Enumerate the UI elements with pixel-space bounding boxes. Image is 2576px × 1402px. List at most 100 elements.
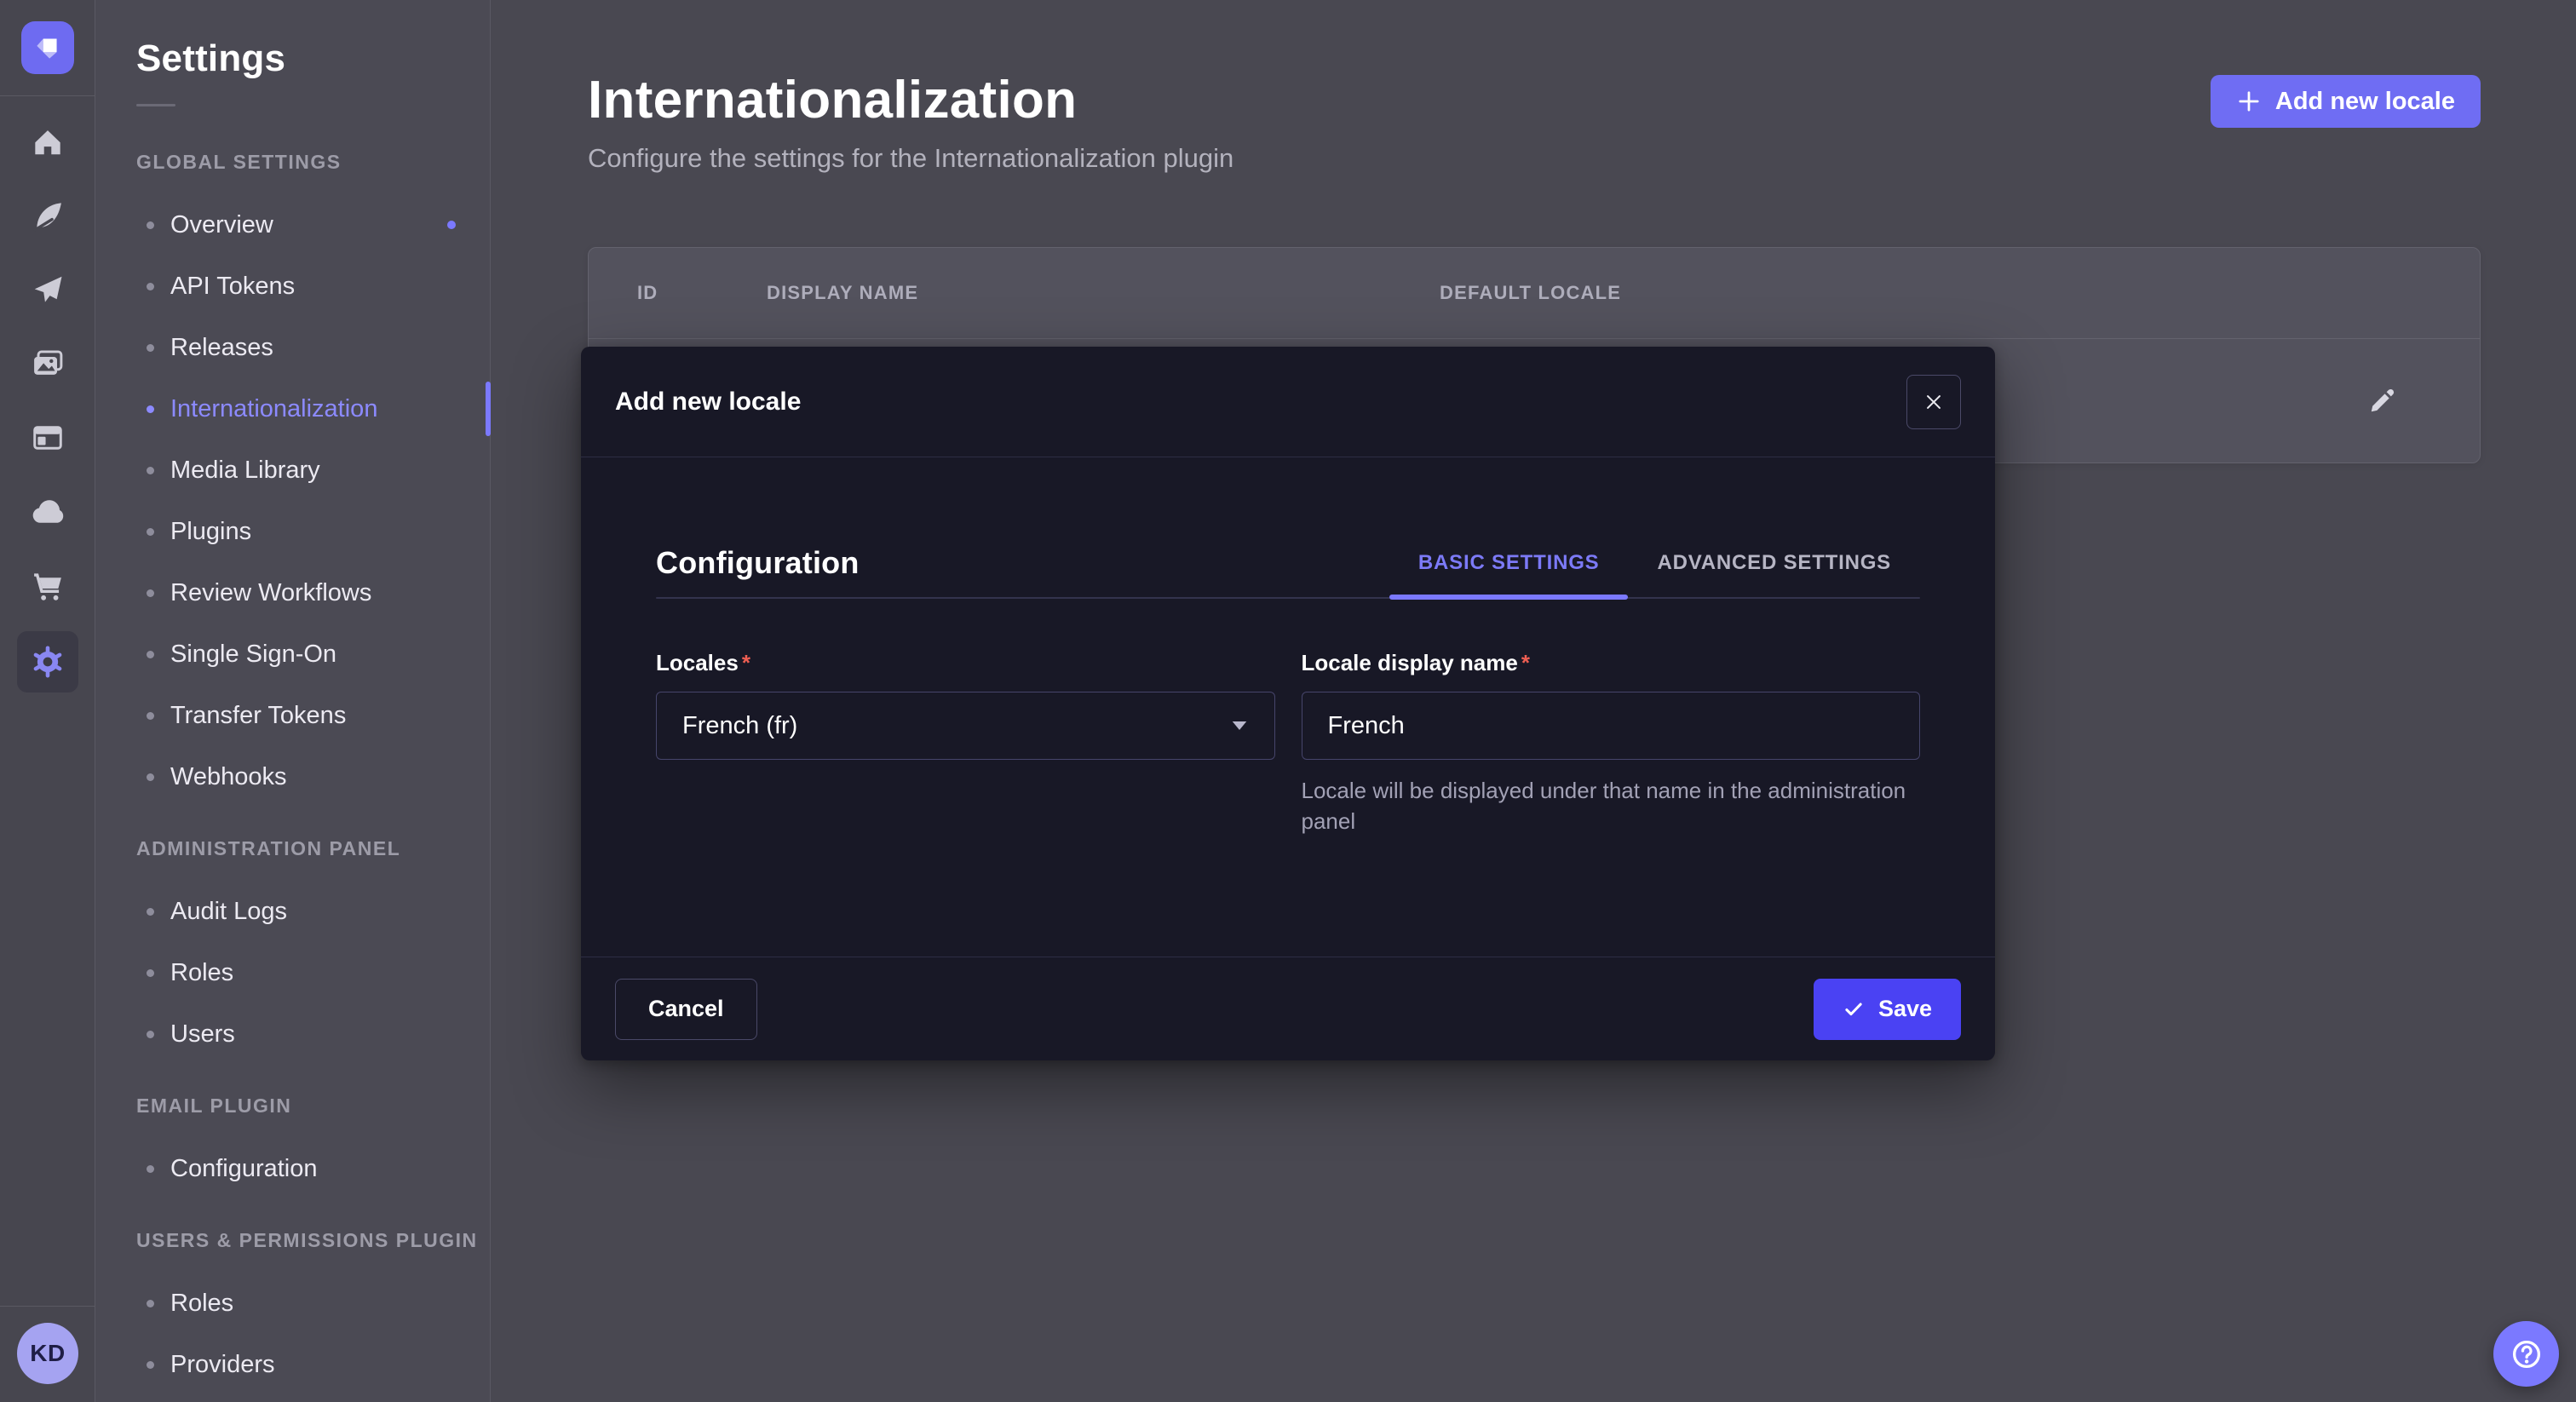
cancel-button[interactable]: Cancel <box>615 979 757 1040</box>
locales-select[interactable]: French (fr) <box>656 692 1275 760</box>
nav-section-label: EMAIL PLUGIN <box>95 1073 490 1138</box>
home-icon[interactable] <box>24 118 72 165</box>
sidebar-item-label: Transfer Tokens <box>170 702 346 730</box>
media-library-icon[interactable] <box>24 340 72 388</box>
sidebar-item-review-workflows[interactable]: Review Workflows <box>95 562 490 623</box>
avatar[interactable]: KD <box>17 1323 78 1384</box>
display-name-value: French <box>1328 712 1405 740</box>
rail-icons <box>0 118 95 692</box>
sidebar-title: Settings <box>95 0 490 80</box>
display-name-hint: Locale will be displayed under that name… <box>1302 775 1921 836</box>
notification-dot <box>447 221 456 229</box>
sidebar-item-releases[interactable]: Releases <box>95 317 490 378</box>
column-display-name: DISPLAY NAME <box>767 282 918 304</box>
locale-display-name-input[interactable]: French <box>1302 692 1921 760</box>
sidebar-item-label: Releases <box>170 334 273 362</box>
sidebar-item-roles[interactable]: Roles <box>95 942 490 1003</box>
bullet-icon <box>147 1361 154 1369</box>
bullet-icon <box>147 221 154 229</box>
settings-icon[interactable] <box>17 631 78 692</box>
sidebar-item-single-sign-on[interactable]: Single Sign-On <box>95 623 490 685</box>
sidebar-item-providers[interactable]: Providers <box>95 1334 490 1395</box>
sidebar-item-internationalization[interactable]: Internationalization <box>95 378 490 440</box>
bullet-icon <box>147 467 154 474</box>
nav-section-label: GLOBAL SETTINGS <box>95 129 490 194</box>
bullet-icon <box>147 1300 154 1307</box>
page-title: Internationalization <box>588 70 1077 130</box>
modal-title: Add new locale <box>615 388 801 417</box>
deploy-icon[interactable] <box>24 488 72 536</box>
plus-icon <box>2236 89 2262 114</box>
releases-icon[interactable] <box>24 266 72 313</box>
sidebar-item-label: Configuration <box>170 1155 318 1183</box>
settings-tabs: BASIC SETTINGS ADVANCED SETTINGS <box>1389 536 1920 590</box>
sidebar-item-label: Plugins <box>170 518 251 546</box>
sidebar-item-api-tokens[interactable]: API Tokens <box>95 256 490 317</box>
tab-advanced-settings[interactable]: ADVANCED SETTINGS <box>1628 536 1920 590</box>
sidebar-item-label: Internationalization <box>170 395 377 423</box>
sidebar-item-label: API Tokens <box>170 273 295 301</box>
sidebar-item-audit-logs[interactable]: Audit Logs <box>95 881 490 942</box>
close-icon[interactable] <box>1906 375 1961 429</box>
content-manager-icon[interactable] <box>24 192 72 239</box>
marketplace-icon[interactable] <box>24 562 72 610</box>
settings-nav: GLOBAL SETTINGSOverview API Tokens Release… <box>95 129 490 1395</box>
strapi-logo[interactable] <box>21 21 74 74</box>
bullet-icon <box>147 405 154 413</box>
sidebar-item-plugins[interactable]: Plugins <box>95 501 490 562</box>
sidebar-item-label: Media Library <box>170 457 320 485</box>
bullet-icon <box>147 908 154 916</box>
sidebar-item-roles[interactable]: Roles <box>95 1273 490 1334</box>
nav-section-label: ADMINISTRATION PANEL <box>95 816 490 881</box>
help-button[interactable] <box>2493 1321 2559 1387</box>
sidebar-item-label: Roles <box>170 1290 233 1318</box>
column-id: ID <box>637 282 658 304</box>
tab-basic-settings[interactable]: BASIC SETTINGS <box>1389 536 1629 590</box>
sidebar-item-overview[interactable]: Overview <box>95 194 490 256</box>
required-asterisk: * <box>1521 650 1530 675</box>
add-new-locale-button[interactable]: Add new locale <box>2211 75 2481 128</box>
sidebar-item-label: Providers <box>170 1351 275 1379</box>
title-divider <box>136 104 175 106</box>
strapi-admin-settings: KD Settings GLOBAL SETTINGSOverview API T… <box>0 0 2576 1402</box>
page-subtitle: Configure the settings for the Internati… <box>588 143 1233 174</box>
sidebar-item-configuration[interactable]: Configuration <box>95 1138 490 1199</box>
configuration-title: Configuration <box>656 545 860 581</box>
bullet-icon <box>147 773 154 781</box>
add-locale-modal: Add new locale Configuration BASIC SETTI… <box>581 347 1995 1060</box>
sidebar-item-users[interactable]: Users <box>95 1003 490 1065</box>
avatar-initials: KD <box>30 1340 65 1367</box>
sidebar-item-media-library[interactable]: Media Library <box>95 440 490 501</box>
sidebar-item-label: Single Sign-On <box>170 641 336 669</box>
locales-select-value: French (fr) <box>682 712 797 740</box>
rail-divider <box>0 1306 95 1307</box>
bullet-icon <box>147 1165 154 1173</box>
table-header: ID DISPLAY NAME DEFAULT LOCALE <box>589 248 2480 339</box>
sidebar-item-label: Audit Logs <box>170 898 287 926</box>
main-nav-rail: KD <box>0 0 95 1402</box>
strapi-logo-icon <box>32 32 64 64</box>
modal-body: Configuration BASIC SETTINGS ADVANCED SE… <box>581 536 1995 836</box>
locales-field: Locales* French (fr) <box>656 650 1275 836</box>
bullet-icon <box>147 651 154 658</box>
content-type-builder-icon[interactable] <box>24 414 72 462</box>
bullet-icon <box>147 283 154 290</box>
sidebar-item-label: Users <box>170 1020 235 1049</box>
sidebar-item-label: Review Workflows <box>170 579 371 607</box>
bullet-icon <box>147 712 154 720</box>
bullet-icon <box>147 528 154 536</box>
sidebar-item-transfer-tokens[interactable]: Transfer Tokens <box>95 685 490 746</box>
save-button[interactable]: Save <box>1814 979 1961 1040</box>
add-new-locale-label: Add new locale <box>2275 88 2455 116</box>
pencil-icon[interactable] <box>2360 381 2401 422</box>
check-icon <box>1843 998 1865 1020</box>
modal-header: Add new locale <box>581 347 1995 457</box>
nav-section-label: USERS & PERMISSIONS PLUGIN <box>95 1208 490 1273</box>
column-default-locale: DEFAULT LOCALE <box>1440 282 1621 304</box>
sidebar-item-webhooks[interactable]: Webhooks <box>95 746 490 807</box>
display-name-label: Locale display name* <box>1302 650 1921 676</box>
settings-sidebar: Settings GLOBAL SETTINGSOverview API Toke… <box>95 0 491 1402</box>
bullet-icon <box>147 344 154 352</box>
modal-footer: Cancel Save <box>581 957 1995 1060</box>
question-mark-icon <box>2509 1336 2544 1372</box>
